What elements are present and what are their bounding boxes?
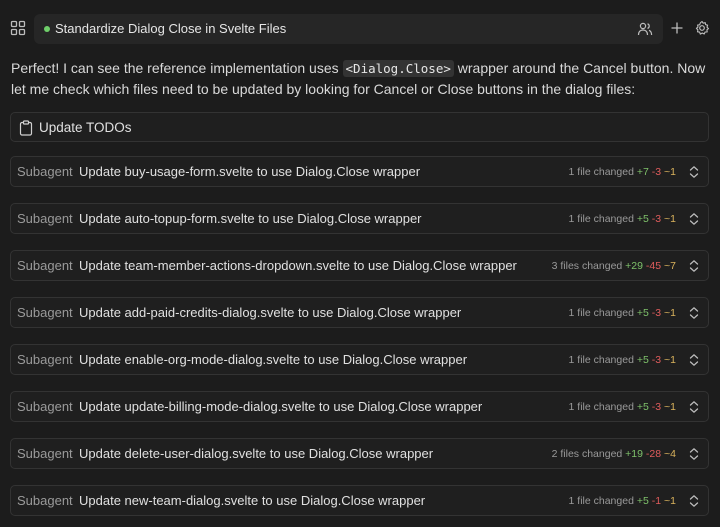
subagent-tag: Subagent [17,305,73,320]
subagent-label: Update auto-topup-form.svelte to use Dia… [79,211,422,226]
subagent-tag: Subagent [17,352,73,367]
lines-deleted: -3 [651,166,662,178]
files-changed: 1 file changed [568,354,634,366]
expand-icon[interactable] [688,353,700,367]
files-changed: 1 file changed [568,495,634,507]
subagent-tag: Subagent [17,399,73,414]
status-dot [44,26,50,32]
subagent-label: Update team-member-actions-dropdown.svel… [79,258,517,273]
files-changed: 1 file changed [568,307,634,319]
expand-icon[interactable] [688,306,700,320]
lines-added: +29 [625,260,643,272]
diff-stats: 1 file changed +7 -3 ~1 [569,166,676,178]
subagent-row[interactable]: Subagent Update update-billing-mode-dialo… [10,391,709,422]
subagent-label: Update delete-user-dialog.svelte to use … [79,446,434,461]
files-changed: 1 file changed [568,213,634,225]
gear-icon[interactable] [694,20,710,36]
files-changed: 3 files changed [551,260,623,272]
diff-stats: 2 files changed +19 -28 ~4 [552,448,676,460]
lines-modified: ~1 [664,166,676,178]
subagent-label: Update update-billing-mode-dialog.svelte… [79,399,483,414]
subagent-row[interactable]: Subagent Update team-member-actions-dropd… [10,250,709,281]
lines-deleted: -28 [645,448,662,460]
subagent-tag: Subagent [17,164,73,179]
lines-modified: ~1 [664,354,676,366]
lines-deleted: -3 [651,213,662,225]
lines-deleted: -1 [651,495,662,507]
diff-stats: 1 file changed +5 -1 ~1 [569,495,676,507]
subagent-label: Update new-team-dialog.svelte to use Dia… [79,493,426,508]
lines-deleted: -45 [645,260,662,272]
subagent-row[interactable]: Subagent Update auto-topup-form.svelte to… [10,203,709,234]
lines-modified: ~1 [664,401,676,413]
lines-added: +19 [625,448,643,460]
expand-icon[interactable] [688,494,700,508]
lines-modified: ~4 [664,448,676,460]
lines-deleted: -3 [651,354,662,366]
lines-added: +5 [636,213,649,225]
top-bar: Standardize Dialog Close in Svelte Files [0,0,720,56]
diff-stats: 1 file changed +5 -3 ~1 [569,213,676,225]
lines-deleted: -3 [651,401,662,413]
clipboard-icon [19,120,33,136]
subagent-tag: Subagent [17,446,73,461]
message-text: Perfect! I can see the reference impleme… [11,60,343,76]
lines-added: +7 [636,166,649,178]
diff-stats: 3 files changed +29 -45 ~7 [552,260,676,272]
subagent-row[interactable]: Subagent Update delete-user-dialog.svelte… [10,438,709,469]
grid-icon[interactable] [10,20,26,36]
subagent-row[interactable]: Subagent Update new-team-dialog.svelte to… [10,485,709,516]
lines-added: +5 [636,495,649,507]
plus-icon[interactable] [670,21,684,35]
todo-block[interactable]: Update TODOs [10,112,709,142]
inline-code: <Dialog.Close> [342,60,454,77]
subagent-tag: Subagent [17,211,73,226]
assistant-message: Perfect! I can see the reference impleme… [11,58,711,100]
expand-icon[interactable] [688,447,700,461]
subagent-label: Update enable-org-mode-dialog.svelte to … [79,352,468,367]
lines-modified: ~1 [664,495,676,507]
users-icon[interactable] [637,21,653,37]
files-changed: 2 files changed [551,448,623,460]
lines-modified: ~1 [664,307,676,319]
conversation-title: Standardize Dialog Close in Svelte Files [55,21,287,36]
lines-modified: ~7 [664,260,676,272]
subagent-row[interactable]: Subagent Update buy-usage-form.svelte to … [10,156,709,187]
subagent-tag: Subagent [17,493,73,508]
expand-icon[interactable] [688,400,700,414]
diff-stats: 1 file changed +5 -3 ~1 [569,307,676,319]
files-changed: 1 file changed [568,401,634,413]
subagent-row[interactable]: Subagent Update enable-org-mode-dialog.sv… [10,344,709,375]
subagent-label: Update add-paid-credits-dialog.svelte to… [79,305,462,320]
expand-icon[interactable] [688,259,700,273]
files-changed: 1 file changed [568,166,634,178]
lines-deleted: -3 [651,307,662,319]
subagent-row[interactable]: Subagent Update add-paid-credits-dialog.s… [10,297,709,328]
subagent-tag: Subagent [17,258,73,273]
lines-added: +5 [636,354,649,366]
todo-label: Update TODOs [39,120,132,135]
expand-icon[interactable] [688,212,700,226]
subagent-label: Update buy-usage-form.svelte to use Dial… [79,164,421,179]
lines-added: +5 [636,401,649,413]
diff-stats: 1 file changed +5 -3 ~1 [569,401,676,413]
diff-stats: 1 file changed +5 -3 ~1 [569,354,676,366]
lines-added: +5 [636,307,649,319]
lines-modified: ~1 [664,213,676,225]
expand-icon[interactable] [688,165,700,179]
conversation-title-bar[interactable]: Standardize Dialog Close in Svelte Files [34,14,663,44]
